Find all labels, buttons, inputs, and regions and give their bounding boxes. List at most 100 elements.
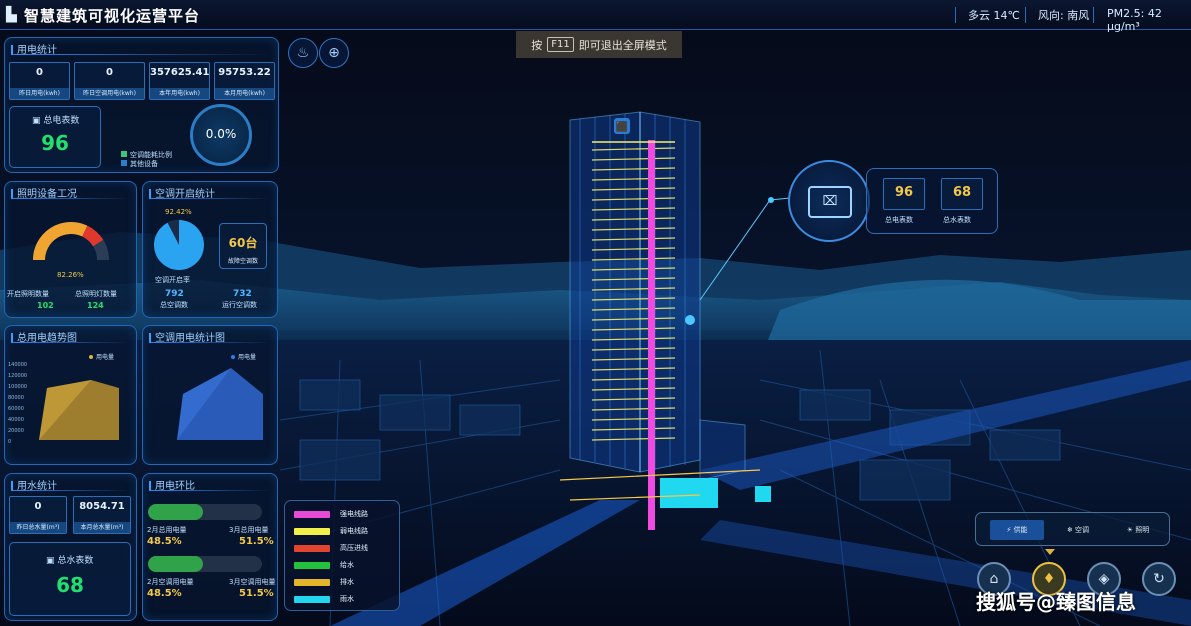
pipe-legend-item[interactable]: 给水 [294, 560, 354, 570]
pipe-legend-item[interactable]: 强电线路 [294, 509, 368, 519]
callout-water-box: 68 [941, 178, 983, 210]
ratio-left-label: 2月空调用电量 [147, 578, 194, 586]
stat-label: 昨日总水量(m³) [10, 522, 66, 533]
tip-suffix: 即可退出全屏模式 [578, 38, 667, 52]
legend-swatch [121, 151, 127, 157]
meter-icon: ▣ [32, 116, 44, 126]
alarm-bell-icon[interactable]: ♨ [288, 38, 318, 68]
stat-box: 0 昨日用电(kwh) [9, 62, 70, 100]
pipe-legend-item[interactable]: 弱电线路 [294, 526, 368, 536]
tip-prefix: 按 [531, 38, 543, 52]
water-stats-panel: 用水统计 0 昨日总水量(m³) 8054.71 本月总水量(m³) ▣ 总水表… [4, 473, 137, 621]
ratio-right-pct: 51.5% [239, 536, 274, 547]
stat-label: 昨日用电(kwh) [10, 88, 69, 99]
building-logo-icon: ▙ [6, 7, 17, 23]
ac-total-value: 792 [165, 289, 184, 299]
ratio-bar-fill [148, 504, 204, 520]
locate-target-icon[interactable]: ⊕ [319, 38, 349, 68]
energy-icon: ⚡ [1006, 526, 1014, 534]
meter-callout-circle[interactable]: ⌧ [788, 160, 870, 242]
ac-trend-panel: 空调用电统计图 用电量 [142, 325, 278, 465]
meter-value: 96 [41, 131, 69, 155]
wind-text: 风向: 南风 [1038, 9, 1090, 22]
legend-label: 用电量 [238, 354, 257, 361]
pipe-label: 雨水 [340, 595, 354, 603]
lighting-total-label: 总照明灯数量 [75, 290, 117, 298]
pipe-legend-item[interactable]: 雨水 [294, 594, 354, 604]
y-tick-label: 120000 [8, 373, 28, 379]
meter-label: ▣ 总电表数 [32, 113, 79, 126]
callout-electric-value: 96 [894, 185, 914, 200]
pipe-legend-item[interactable]: 高压进线 [294, 543, 368, 553]
weather-text: 多云 14℃ [968, 9, 1020, 22]
system-tab-bar: ⚡ 供能 ❄ 空调 ☀ 照明 [975, 512, 1170, 546]
water-meter-box: ▣ 总水表数 68 [9, 542, 131, 616]
ac-fault-value: 60台 [228, 236, 258, 250]
ratio-right-label: 3月空调用电量 [229, 578, 276, 586]
stat-value: 357625.41 [150, 67, 210, 78]
stat-box: 8054.71 本月总水量(m³) [73, 496, 131, 534]
fullscreen-tip: 按 F11 即可退出全屏模式 [516, 31, 682, 58]
energy-ratio-gauge: 0.0% [190, 104, 252, 166]
ratio-bar-track [148, 504, 262, 520]
y-tick-label: 80000 [8, 395, 24, 401]
power-trend-chart [39, 380, 119, 440]
stat-box: 357625.41 本年用电(kwh) [149, 62, 210, 100]
tab-energy[interactable]: ⚡ 供能 [990, 520, 1044, 540]
water-meter-label-text: 总水表数 [57, 556, 94, 566]
ac-icon: ❄ [1066, 526, 1076, 534]
tab-ac[interactable]: ❄ 空调 [1052, 520, 1104, 540]
ratio-bar-track [148, 556, 262, 572]
ac-trend-chart [177, 368, 263, 440]
chart-legend: 用电量 [231, 352, 256, 361]
app-root: ⬛ ▙ 智慧建筑可视化运营平台 多云 14℃ 风向: 南风 PM2.5: 42 … [0, 0, 1191, 626]
lighting-gauge [33, 222, 109, 261]
f11-key: F11 [547, 37, 574, 52]
pipe-label: 高压进线 [340, 544, 368, 552]
pipe-label: 排水 [340, 578, 354, 586]
lighting-on-value: 102 [37, 301, 54, 310]
pm25-text: PM2.5: 42 μg/m³ [1107, 7, 1162, 33]
tab-lighting[interactable]: ☀ 照明 [1112, 520, 1164, 540]
callout-electric-label: 总电表数 [885, 216, 913, 224]
lighting-total-value: 124 [87, 301, 104, 310]
stat-label: 本年用电(kwh) [150, 88, 209, 99]
ac-fault-label: 故障空调数 [227, 258, 258, 265]
pipe-color-swatch [294, 544, 330, 552]
power-trend-panel: 总用电趋势图 用电量 140000 120000 100000 80000 60000 4… [4, 325, 137, 465]
pipe-label: 强电线路 [340, 510, 368, 518]
pipe-legend-item[interactable]: 排水 [294, 577, 354, 587]
meter-label-text: 总电表数 [43, 116, 80, 126]
stat-value: 95753.22 [218, 67, 271, 78]
lighting-percent: 82.26% [57, 271, 84, 279]
ratio-left-pct: 48.5% [147, 536, 182, 547]
power-ratio-panel: 用电环比 2月总用电量 3月总用电量 48.5% 51.5% 2月空调用电量 3… [142, 473, 278, 621]
water-meter-label: ▣ 总水表数 [46, 553, 93, 566]
ac-pie-chart [154, 220, 204, 270]
gauge-value: 0.0% [205, 127, 237, 141]
y-tick-label: 60000 [8, 406, 24, 412]
pipe-label: 弱电线路 [340, 527, 368, 535]
y-tick-label: 140000 [8, 362, 28, 368]
ac-percent: 92.42% [165, 208, 192, 216]
pipe-color-swatch [294, 561, 330, 569]
pipe-color-swatch [294, 595, 330, 603]
ratio-left-label: 2月总用电量 [147, 526, 187, 534]
legend-label: 其他设备 [130, 160, 158, 168]
tab-label: 空调 [1075, 526, 1090, 534]
lighting-on-label: 开启照明数量 [7, 290, 49, 298]
y-tick-label: 20000 [8, 428, 24, 434]
ac-total-label: 总空调数 [160, 301, 188, 309]
divider [1025, 7, 1026, 23]
selector-caret-icon [1045, 549, 1055, 555]
stat-value: 0 [36, 67, 43, 78]
divider [955, 7, 956, 23]
header-bar: ▙ 智慧建筑可视化运营平台 多云 14℃ 风向: 南风 PM2.5: 42 μg… [0, 0, 1191, 33]
pipe-legend: 强电线路弱电线路高压进线给水排水雨水 [284, 500, 400, 611]
pipe-color-swatch [294, 527, 330, 535]
lighting-panel: 照明设备工况 82.26% 开启照明数量 总照明灯数量 102 124 [4, 181, 137, 318]
legend-label: 用电量 [96, 354, 115, 361]
power-stats-panel: 用电统计 0 昨日用电(kwh) 0 昨日空调用电(kwh) 357625.41… [4, 37, 279, 173]
refresh-icon[interactable]: ↻ [1142, 562, 1176, 596]
meter-callout-panel: 96 68 总电表数 总水表数 [866, 168, 998, 234]
